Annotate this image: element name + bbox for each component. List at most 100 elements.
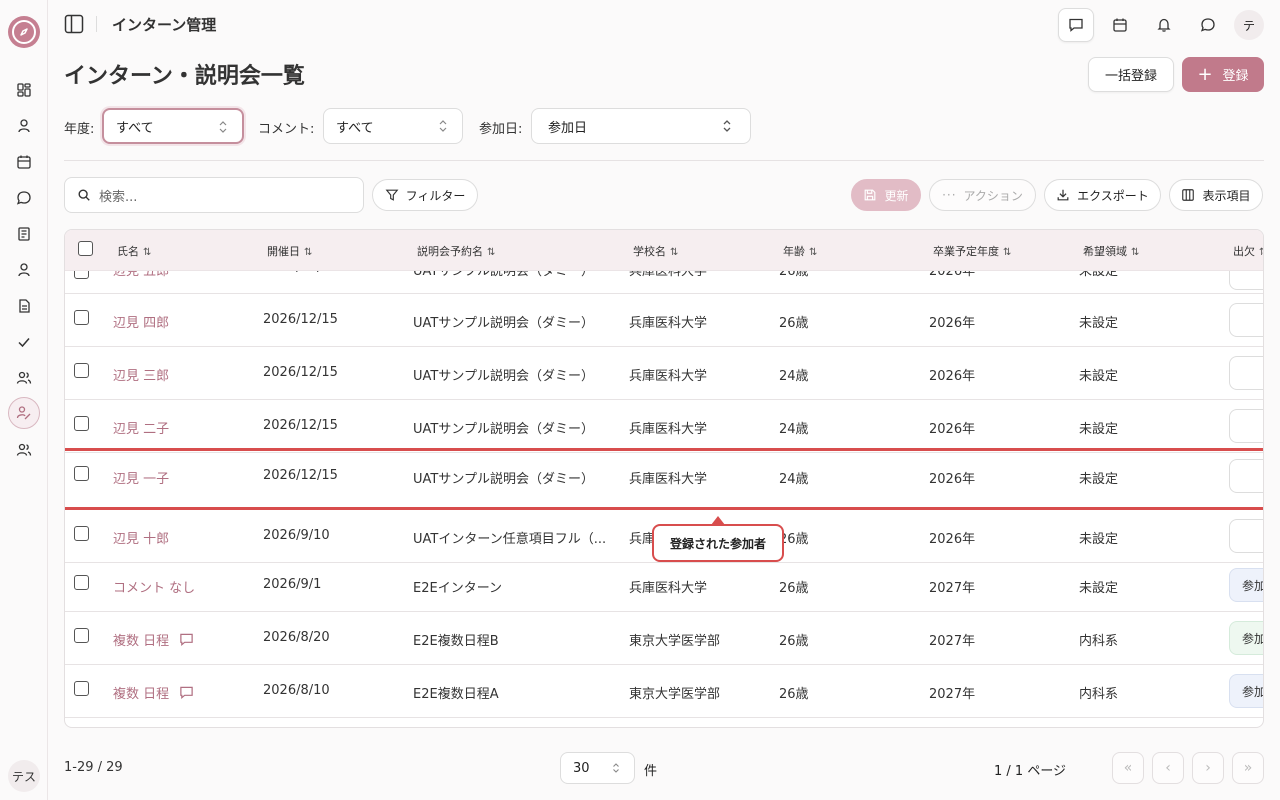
participant-name-link[interactable]: 辺見 二子	[113, 418, 169, 437]
table-row[interactable]: 辺見 一子 2026/12/15 UATサンプル説明会（ダミー） 兵庫医科大学 24歳 2…	[65, 448, 1263, 510]
attendance-button[interactable]	[1229, 303, 1263, 337]
participant-name-link[interactable]: 複数 日程	[113, 683, 169, 702]
attendance-button[interactable]	[1229, 356, 1263, 390]
row-checkbox[interactable]	[74, 363, 89, 378]
table-row[interactable]: 複数 日程 2026/8/20 E2E複数日程B 東京大学医学部 26歳 2027年 内科系…	[65, 612, 1263, 665]
join-date-filter-select[interactable]: 参加日	[531, 108, 751, 144]
table-row[interactable]: 複数 日程 2026/8/10 E2E複数日程A 東京大学医学部 26歳 2027年 内科系…	[65, 665, 1263, 718]
columns-button[interactable]: 表示項目	[1169, 179, 1263, 211]
participant-name-link[interactable]: 辺見 一子	[113, 468, 169, 487]
attendance-button[interactable]: 参加	[1229, 621, 1263, 655]
user-avatar[interactable]: テ	[1234, 10, 1264, 40]
app-logo[interactable]	[8, 16, 40, 48]
sidebar-user-avatar[interactable]: テス	[8, 760, 40, 792]
row-checkbox[interactable]	[74, 575, 89, 590]
users-icon[interactable]	[14, 368, 34, 388]
chevrons-updown-icon	[613, 763, 619, 773]
chevrons-updown-icon	[439, 120, 447, 132]
attendance-button[interactable]	[1229, 409, 1263, 443]
column-header-area[interactable]: 希望領域 ⇅	[1083, 243, 1139, 259]
filter-button[interactable]: フィルター	[372, 179, 478, 211]
row-name[interactable]: 複数 日程	[113, 630, 194, 649]
participant-name-link[interactable]: 複数 日程	[113, 630, 169, 649]
participant-name-link[interactable]: 辺見 三郎	[113, 365, 169, 384]
row-date: 2026/12/15	[263, 312, 338, 327]
calendar-button[interactable]	[1102, 8, 1138, 42]
update-button[interactable]: 更新	[851, 179, 921, 211]
sidebar-toggle-icon[interactable]	[64, 14, 84, 34]
dashboard-icon[interactable]	[14, 80, 34, 100]
participant-name-link[interactable]: 辺見 四郎	[113, 312, 169, 331]
prev-page-button[interactable]: ‹	[1152, 752, 1184, 784]
user-icon[interactable]	[14, 116, 34, 136]
column-header-grad-year[interactable]: 卒業予定年度 ⇅	[933, 243, 1011, 259]
next-page-button[interactable]: ›	[1192, 752, 1224, 784]
row-checkbox[interactable]	[74, 416, 89, 431]
export-label: エクスポート	[1077, 188, 1149, 203]
table-row[interactable]: 辺見 三郎 2026/12/15 UATサンプル説明会（ダミー） 兵庫医科大学 24歳 2…	[65, 347, 1263, 400]
column-header-name[interactable]: 氏名 ⇅	[117, 243, 151, 259]
attendance-button[interactable]	[1229, 459, 1263, 493]
bulk-register-button[interactable]: 一括登録	[1088, 57, 1174, 92]
chat-icon[interactable]	[14, 188, 34, 208]
book-icon[interactable]	[14, 224, 34, 244]
sort-icon: ⇅	[1259, 247, 1263, 258]
table-row[interactable]: 辺見 二子 2026/12/15 UATサンプル説明会（ダミー） 兵庫医科大学 24歳 2…	[65, 400, 1263, 453]
participant-name-link[interactable]: 辺見 十郎	[113, 528, 169, 547]
update-label: 更新	[884, 188, 909, 203]
row-name[interactable]: 複数 日程	[113, 683, 194, 702]
row-name[interactable]: 辺見 一子	[113, 468, 169, 487]
row-name[interactable]: 辺見 十郎	[113, 528, 169, 547]
export-button[interactable]: エクスポート	[1044, 179, 1161, 211]
search-input[interactable]: 検索...	[64, 177, 364, 213]
row-event: UATサンプル説明会（ダミー）	[413, 369, 594, 384]
first-page-button[interactable]: «	[1112, 752, 1144, 784]
participant-name-link[interactable]: コメント なし	[113, 577, 195, 596]
route-icon[interactable]	[8, 397, 40, 429]
row-date: 2026/12/15	[263, 468, 338, 483]
row-school: 東京大学医学部	[629, 634, 721, 649]
person-icon[interactable]	[14, 260, 34, 280]
last-page-button[interactable]: »	[1232, 752, 1264, 784]
calendar-icon[interactable]	[14, 152, 34, 172]
row-checkbox[interactable]	[74, 466, 89, 481]
column-header-date[interactable]: 開催日 ⇅	[267, 243, 312, 259]
row-grad: 2027年	[929, 581, 976, 596]
page-size-select[interactable]: 30	[560, 752, 635, 784]
table-row[interactable]: 辺見 四郎 2026/12/15 UATサンプル説明会（ダミー） 兵庫医科大学 26歳 2…	[65, 294, 1263, 347]
row-name[interactable]: 辺見 二子	[113, 418, 169, 437]
comment-filter-select[interactable]: すべて	[323, 108, 463, 144]
row-age: 26歳	[779, 687, 809, 702]
table-row[interactable]: コメント なし 2026/9/1 E2Eインターン 兵庫医科大学 26歳 2027年 未設定…	[65, 559, 1263, 612]
filter-label: フィルター	[405, 188, 466, 203]
column-header-attendance[interactable]: 出欠⇅	[1233, 243, 1263, 259]
row-name[interactable]: コメント なし	[113, 577, 195, 596]
topbar: インターン管理 テ	[48, 0, 1280, 48]
year-filter-select[interactable]: すべて	[102, 108, 244, 144]
row-grad: 2026年	[929, 422, 976, 437]
row-checkbox[interactable]	[74, 310, 89, 325]
register-button[interactable]: + 登録	[1182, 57, 1264, 92]
row-name[interactable]: 辺見 三郎	[113, 365, 169, 384]
comment-icon[interactable]	[179, 632, 194, 647]
row-name[interactable]: 辺見 四郎	[113, 312, 169, 331]
chat-button[interactable]	[1190, 8, 1226, 42]
document-icon[interactable]	[14, 296, 34, 316]
row-checkbox[interactable]	[74, 681, 89, 696]
row-area: 内科系	[1079, 634, 1119, 649]
select-all-checkbox[interactable]	[78, 241, 93, 256]
attendance-button[interactable]	[1229, 519, 1263, 553]
attendance-button[interactable]: 参加	[1229, 568, 1263, 602]
comment-icon[interactable]	[179, 685, 194, 700]
row-checkbox[interactable]	[74, 628, 89, 643]
column-header-event[interactable]: 説明会予約名 ⇅	[417, 243, 495, 259]
check-icon[interactable]	[14, 332, 34, 352]
message-button[interactable]	[1058, 8, 1094, 42]
column-header-school[interactable]: 学校名 ⇅	[633, 243, 678, 259]
action-button[interactable]: ··· アクション	[929, 179, 1036, 211]
column-header-age[interactable]: 年齢 ⇅	[783, 243, 817, 259]
group-icon[interactable]	[14, 440, 34, 460]
notification-button[interactable]	[1146, 8, 1182, 42]
attendance-button[interactable]: 参加	[1229, 674, 1263, 708]
row-checkbox[interactable]	[74, 526, 89, 541]
